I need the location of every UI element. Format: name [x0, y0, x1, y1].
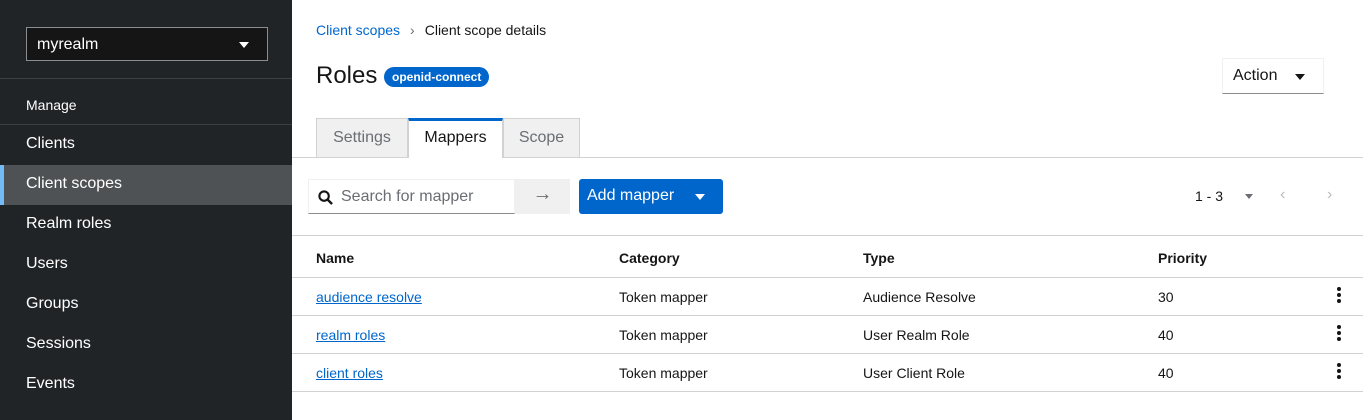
mapper-priority: 40 [1158, 365, 1174, 381]
table-row: audience resolve Token mapper Audience R… [292, 278, 1363, 316]
divider [0, 78, 292, 79]
search-input[interactable]: Search for mapper [308, 179, 515, 214]
tab-scope[interactable]: Scope [503, 118, 580, 158]
sidebar-item-groups[interactable]: Groups [0, 285, 292, 325]
mapper-category: Token mapper [619, 327, 708, 343]
search-icon [318, 190, 333, 205]
mapper-category: Token mapper [619, 289, 708, 305]
column-header-priority: Priority [1158, 250, 1208, 266]
breadcrumb-client-scopes[interactable]: Client scopes [316, 22, 400, 38]
add-mapper-label: Add mapper [587, 187, 675, 204]
kebab-menu-icon[interactable] [1337, 287, 1341, 305]
next-page-button[interactable]: › [1327, 186, 1332, 204]
table-top-border [292, 235, 1363, 236]
realm-name: myrealm [37, 36, 99, 53]
sidebar-item-events[interactable]: Events [0, 365, 292, 405]
action-label: Action [1233, 67, 1278, 84]
sidebar-item-realm-roles[interactable]: Realm roles [0, 205, 292, 245]
mapper-type: User Client Role [863, 365, 965, 381]
mapper-category: Token mapper [619, 365, 708, 381]
arrow-right-icon: → [532, 183, 553, 205]
mapper-type: Audience Resolve [863, 289, 976, 305]
sidebar-item-client-scopes[interactable]: Client scopes [0, 165, 292, 205]
mapper-name-link[interactable]: audience resolve [316, 289, 422, 305]
mapper-type: User Realm Role [863, 327, 970, 343]
page-title: Roles [316, 62, 378, 89]
protocol-badge: openid-connect [384, 67, 490, 87]
search-placeholder: Search for mapper [341, 188, 474, 205]
caret-down-icon [1295, 74, 1305, 80]
mapper-name-link[interactable]: client roles [316, 365, 383, 381]
tab-mappers[interactable]: Mappers [408, 118, 503, 158]
column-header-category: Category [619, 250, 680, 266]
add-mapper-button[interactable]: Add mapper [579, 179, 723, 214]
previous-page-button[interactable]: ‹ [1280, 186, 1285, 204]
sidebar-item-clients[interactable]: Clients [0, 125, 292, 165]
pagination-toggle[interactable]: 1 - 3 [1195, 188, 1253, 204]
chevron-right-icon: › [410, 22, 415, 38]
table-row: client roles Token mapper User Client Ro… [292, 354, 1363, 392]
mapper-name-link[interactable]: realm roles [316, 327, 385, 343]
breadcrumb: Client scopes › Client scope details [316, 22, 546, 38]
kebab-menu-icon[interactable] [1337, 325, 1341, 343]
kebab-menu-icon[interactable] [1337, 363, 1341, 381]
action-dropdown[interactable]: Action [1222, 58, 1324, 94]
sidebar-item-users[interactable]: Users [0, 245, 292, 285]
caret-down-icon [239, 42, 249, 48]
column-header-name[interactable]: Name [316, 250, 354, 266]
caret-down-icon [695, 194, 705, 200]
sidebar: myrealm Manage Clients Client scopes Rea… [0, 0, 292, 420]
tab-settings[interactable]: Settings [316, 118, 408, 158]
mapper-priority: 30 [1158, 289, 1174, 305]
breadcrumb-current: Client scope details [424, 22, 547, 38]
realm-selector[interactable]: myrealm [26, 27, 268, 61]
caret-down-icon [1245, 194, 1253, 199]
section-heading: Manage [26, 97, 77, 113]
table-row: realm roles Token mapper User Realm Role… [292, 316, 1363, 354]
pagination-range: 1 - 3 [1195, 188, 1224, 204]
sidebar-item-sessions[interactable]: Sessions [0, 325, 292, 365]
mapper-priority: 40 [1158, 327, 1174, 343]
search-submit-button[interactable]: → [515, 179, 570, 214]
column-header-type: Type [863, 250, 895, 266]
